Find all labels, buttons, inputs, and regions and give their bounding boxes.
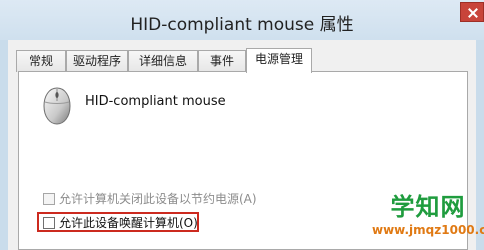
window-title: HID-compliant mouse 属性 — [130, 15, 354, 35]
title-bar: HID-compliant mouse 属性 — [0, 0, 484, 40]
watermark: 学知网 www.jmqz1000.com — [372, 192, 484, 250]
tab-driver[interactable]: 驱动程序 — [66, 50, 128, 72]
allow-power-off-label: 允许计算机关闭此设备以节约电源(A) — [59, 192, 257, 206]
window-frame-left — [0, 40, 8, 250]
allow-power-off-row: 允许计算机关闭此设备以节约电源(A) — [43, 190, 257, 207]
device-name: HID-compliant mouse — [85, 94, 226, 109]
allow-power-off-checkbox[interactable] — [43, 192, 55, 205]
tab-general[interactable]: 常规 — [16, 50, 66, 72]
highlight-box — [37, 212, 199, 232]
watermark-title: 学知网 — [390, 193, 466, 221]
tab-details[interactable]: 详细信息 — [128, 50, 198, 72]
tab-events[interactable]: 事件 — [198, 50, 246, 72]
tab-power-management[interactable]: 电源管理 — [246, 48, 312, 73]
watermark-url: www.jmqz1000.com — [372, 223, 484, 237]
mouse-icon — [43, 87, 71, 125]
close-button[interactable] — [460, 2, 484, 22]
